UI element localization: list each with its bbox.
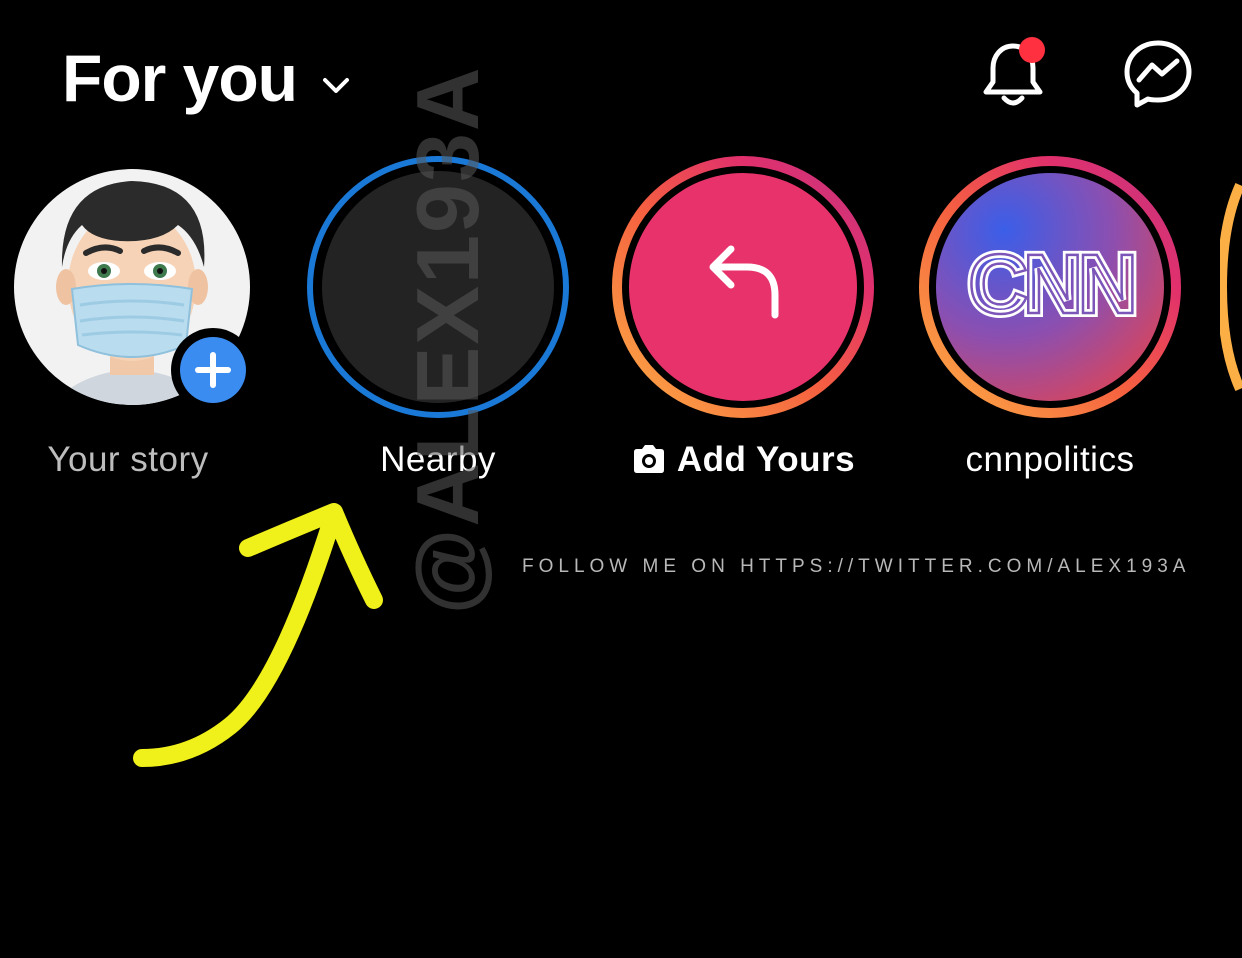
chevron-down-icon [323,78,349,93]
next-story-edge [1220,182,1242,392]
add-yours-ring [612,156,874,418]
camera-icon [633,445,664,473]
feed-title: For you [62,41,298,115]
notification-dot [1019,37,1045,63]
add-icon[interactable] [170,327,256,413]
story-label-cnnpolitics: cnnpolitics [965,440,1135,479]
svg-text:CNN: CNN [968,237,1132,331]
story-cnnpolitics[interactable]: CNN CNN cnnpolitics [914,155,1186,485]
story-label-add-yours: Add Yours [567,440,919,480]
story-your-story[interactable]: Your story [0,155,272,485]
story-add-yours[interactable]: Add Yours [607,155,879,485]
story-label-your-story: Your story [47,440,209,479]
annotation-arrow-icon [133,503,383,767]
feed-switcher[interactable]: For you [62,38,353,118]
add-yours-text: Add Yours [676,440,856,479]
cnn-avatar: CNN CNN [919,156,1181,418]
watermark-follow-text: FOLLOW ME ON HTTPS://TWITTER.COM/ALEX193… [522,556,1191,577]
messenger-icon[interactable] [1122,38,1194,110]
watermark-handle: @ALEX193A [398,65,497,615]
